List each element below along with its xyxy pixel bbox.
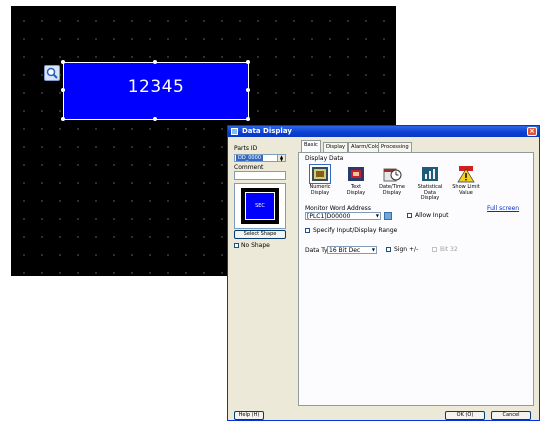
show-limit-value-option[interactable]: Show Limit Value [451,165,481,196]
data-type-value: 16 Bit Dec [329,247,361,254]
comment-label: Comment [234,164,264,171]
monitor-word-value: [PLC1]D00000 [307,213,351,220]
close-icon: × [529,127,535,135]
date-time-display-option[interactable]: Date/Time Display [377,165,407,196]
allow-input-checkbox[interactable] [407,213,412,218]
address-input-icon[interactable] [384,212,392,220]
tab-display[interactable]: Display [323,142,349,152]
resize-handle-bottom-right[interactable] [246,117,250,121]
cancel-button[interactable]: Cancel [491,411,531,420]
dialog-title: Data Display [242,127,292,135]
part-type-icon[interactable] [44,65,60,81]
data-display-dialog: Data Display × Parts ID DD_0000 ▲ ▼ Comme… [227,125,540,421]
tab-processing[interactable]: Processing [378,142,412,152]
resize-handle-bottom[interactable] [153,117,157,121]
show-limit-value-label: Show Limit Value [452,184,480,196]
numeric-display-label: Numeric Display [309,184,331,196]
text-display-option[interactable]: Text Display [341,165,371,196]
bit-label: Bit 32 [440,246,458,253]
statistical-display-label: Statistical Data Display [417,184,443,202]
text-display-label: Text Display [346,184,366,196]
close-button[interactable]: × [527,127,537,136]
allow-input-label: Allow Input [415,212,449,219]
parts-id-label: Parts ID [234,145,258,152]
signed-label: Sign +/- [394,246,419,253]
parts-id-value: DD_0000 [236,155,263,161]
data-display-part[interactable]: 12345 [63,62,249,120]
resize-handle-top-left[interactable] [61,60,65,64]
dialog-app-icon [231,128,238,135]
specify-range-label: Specify Input/Display Range [313,227,398,234]
text-display-icon [346,165,366,183]
date-time-display-label: Date/Time Display [379,184,405,196]
resize-handle-top[interactable] [153,60,157,64]
statistical-display-option[interactable]: Statistical Data Display [415,165,445,202]
parts-id-field[interactable]: DD_0000 ▲ ▼ [234,154,286,162]
shape-preview: SEC [234,183,286,229]
chevron-down-icon[interactable]: ▼ [372,247,375,252]
no-shape-label: No Shape [241,242,270,249]
dropdown-arrow-icon[interactable]: ▼ [376,213,379,218]
select-shape-button[interactable]: Select Shape [234,230,286,239]
full-screen-link[interactable]: Full screen [487,205,519,212]
monitor-word-label: Monitor Word Address [305,205,371,212]
numeric-display-option[interactable]: Numeric Display [305,164,335,196]
tab-panel-basic: Display Data Numeric Display Text Displa… [298,152,534,406]
signed-checkbox[interactable] [386,247,391,252]
monitor-word-field[interactable]: [PLC1]D00000 ▼ [305,212,381,220]
spin-arrows-icon[interactable]: ▲ ▼ [277,155,285,162]
display-data-label: Display Data [305,155,344,162]
help-button[interactable]: Help (H) [234,411,264,420]
specify-range-checkbox[interactable] [305,228,310,233]
numeric-display-icon [309,164,331,184]
bit-checkbox[interactable] [432,247,437,252]
comment-field[interactable] [234,171,286,180]
resize-handle-top-right[interactable] [246,60,250,64]
dialog-titlebar[interactable]: Data Display × [228,126,539,137]
data-type-select[interactable]: 16 Bit Dec ▼ [327,246,377,254]
preview-background: SEC [241,188,279,224]
resize-handle-right[interactable] [246,88,250,92]
statistics-icon [420,165,440,183]
part-value: 12345 [127,77,185,97]
preview-text: SEC [245,192,275,220]
date-time-icon [382,165,402,183]
resize-handle-bottom-left[interactable] [61,117,65,121]
ok-button[interactable]: OK (O) [445,411,485,420]
resize-handle-left[interactable] [61,88,65,92]
no-shape-checkbox[interactable] [234,243,239,248]
warning-icon [456,165,476,183]
